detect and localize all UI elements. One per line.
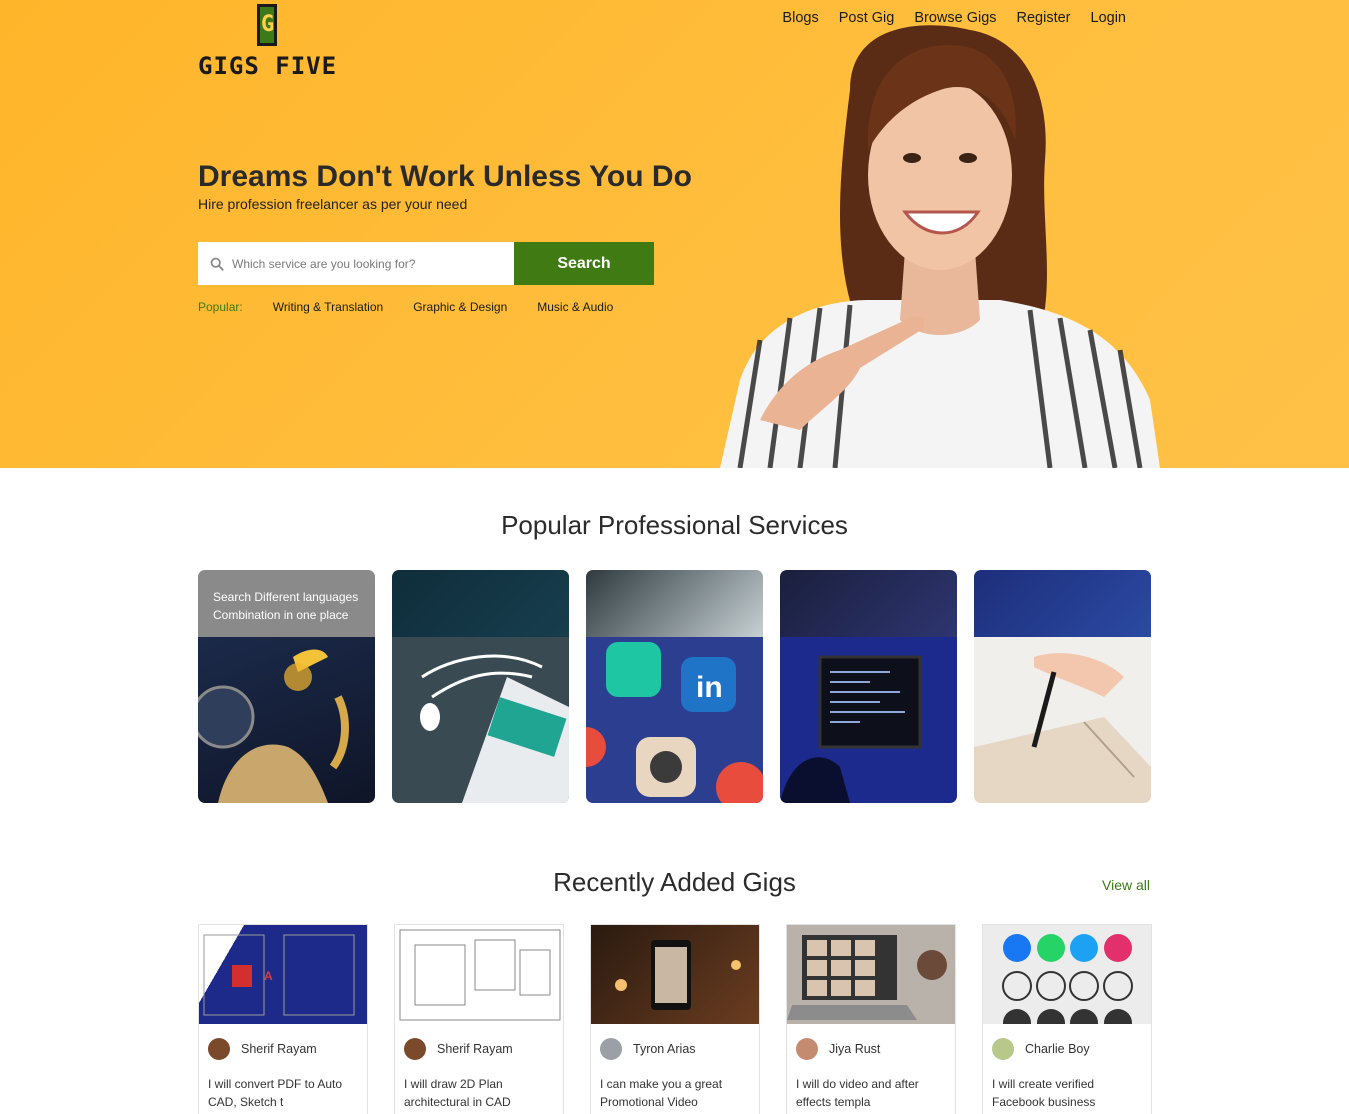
- logo-mark: [257, 4, 277, 46]
- hero-title: Dreams Don't Work Unless You Do: [198, 160, 692, 193]
- gig-card[interactable]: Charlie Boy I will create verified Faceb…: [982, 924, 1152, 1114]
- logo-text: GIGS FIVE: [198, 52, 338, 80]
- gig-title[interactable]: I will draw 2D Plan architectural in CAD: [395, 1064, 563, 1111]
- gig-author[interactable]: Sherif Rayam: [241, 1042, 317, 1056]
- card-header: [974, 570, 1151, 637]
- card-header: [780, 570, 957, 637]
- service-card-coding[interactable]: [780, 570, 957, 803]
- headphones-phone-icon: [392, 637, 569, 803]
- gig-author[interactable]: Sherif Rayam: [437, 1042, 513, 1056]
- hero-search: Search: [198, 242, 654, 285]
- gig-thumbnail: [395, 925, 563, 1024]
- avatar: [404, 1037, 426, 1060]
- gig-thumbnail: [983, 925, 1151, 1024]
- card-header: [392, 570, 569, 637]
- logo[interactable]: GIGS FIVE: [198, 4, 338, 80]
- gig-card[interactable]: Sherif Rayam I will draw 2D Plan archite…: [394, 924, 564, 1114]
- svg-text:A: A: [264, 969, 273, 983]
- card-header: Search Different languages Combination i…: [198, 570, 375, 637]
- popular-label: Popular:: [198, 300, 243, 314]
- gig-author[interactable]: Tyron Arias: [633, 1042, 696, 1056]
- popular-link-graphic[interactable]: Graphic & Design: [413, 300, 507, 314]
- search-field[interactable]: [198, 242, 514, 285]
- service-card-caption: Search Different languages Combination i…: [213, 590, 359, 622]
- search-icon: [210, 257, 224, 271]
- recent-gigs-list: A Sherif Rayam I will convert PDF to Aut…: [198, 924, 1152, 1114]
- hero-subtitle: Hire profession freelancer as per your n…: [198, 196, 468, 212]
- search-button[interactable]: Search: [514, 242, 654, 285]
- card-header: [586, 570, 763, 637]
- avatar: [208, 1037, 230, 1060]
- hummingbird-art-icon: [198, 637, 375, 803]
- popular-link-music[interactable]: Music & Audio: [537, 300, 613, 314]
- gig-thumbnail: A: [199, 925, 367, 1024]
- popular-link-writing[interactable]: Writing & Translation: [273, 300, 384, 314]
- gig-title[interactable]: I will convert PDF to Auto CAD, Sketch t: [199, 1064, 367, 1111]
- gig-card[interactable]: A Sherif Rayam I will convert PDF to Aut…: [198, 924, 368, 1114]
- gig-card[interactable]: Jiya Rust I will do video and after effe…: [786, 924, 956, 1114]
- services-cards: Search Different languages Combination i…: [198, 570, 1151, 803]
- social-apps-icon: in: [586, 637, 763, 803]
- avatar: [992, 1037, 1014, 1060]
- service-card-music[interactable]: [392, 570, 569, 803]
- handwriting-notebook-icon: [974, 637, 1151, 803]
- computer-coding-icon: [780, 637, 957, 803]
- service-card-writing-notebook[interactable]: [974, 570, 1151, 803]
- svg-text:in: in: [696, 671, 723, 704]
- gig-author[interactable]: Charlie Boy: [1025, 1042, 1090, 1056]
- view-all-link[interactable]: View all: [1102, 877, 1150, 893]
- avatar: [600, 1037, 622, 1060]
- gig-title[interactable]: I will create verified Facebook business: [983, 1064, 1151, 1111]
- gig-thumbnail: [787, 925, 955, 1024]
- hero-woman-image: [720, 25, 1160, 468]
- hero-banner: GIGS FIVE Blogs Post Gig Browse Gigs Reg…: [0, 0, 1349, 468]
- gig-author[interactable]: Jiya Rust: [829, 1042, 880, 1056]
- gig-thumbnail: [591, 925, 759, 1024]
- service-card-writing[interactable]: Search Different languages Combination i…: [198, 570, 375, 803]
- service-card-social[interactable]: in: [586, 570, 763, 803]
- search-input[interactable]: [232, 256, 502, 271]
- popular-links: Popular: Writing & Translation Graphic &…: [198, 300, 643, 314]
- gig-title[interactable]: I will do video and after effects templa: [787, 1064, 955, 1111]
- avatar: [796, 1037, 818, 1060]
- services-title: Popular Professional Services: [501, 510, 848, 540]
- gig-card[interactable]: Tyron Arias I can make you a great Promo…: [590, 924, 760, 1114]
- gig-title[interactable]: I can make you a great Promotional Video: [591, 1064, 759, 1111]
